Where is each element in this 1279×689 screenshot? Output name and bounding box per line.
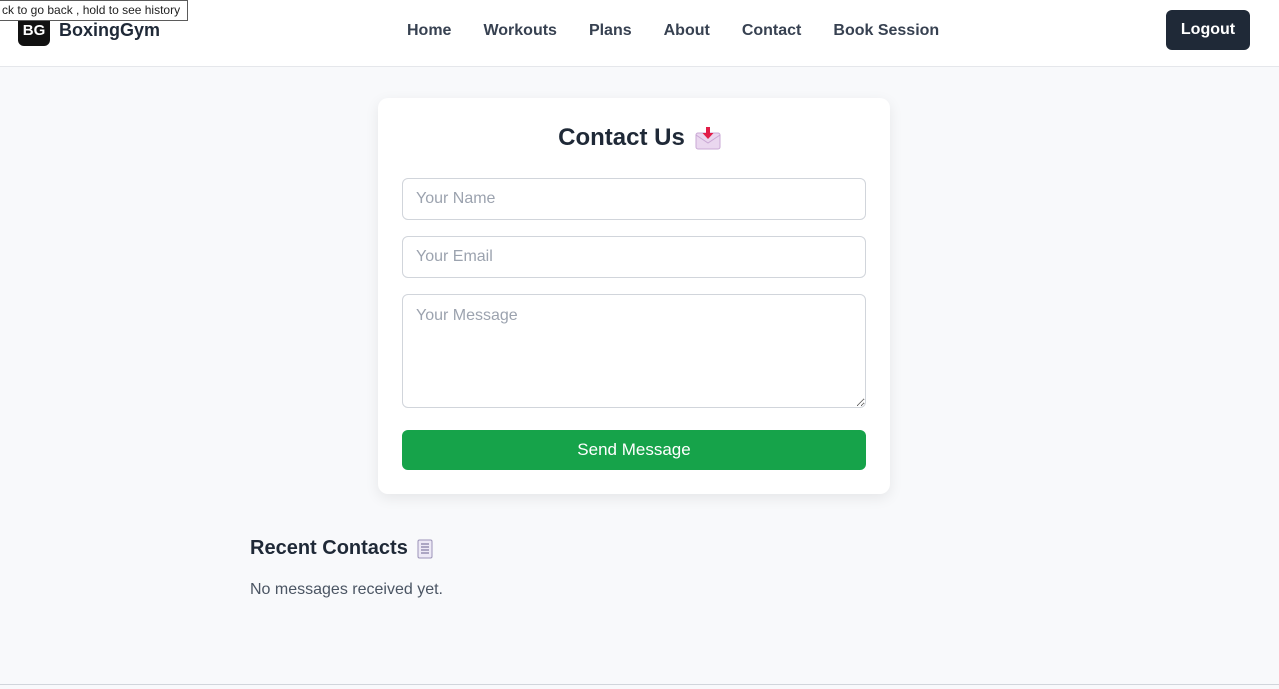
brand-name: BoxingGym [59,19,161,40]
recent-contacts-title: Recent Contacts [250,537,433,560]
nav-link-contact[interactable]: Contact [726,20,818,42]
contact-title: Contact Us [0,124,1279,152]
nav-link-plans[interactable]: Plans [573,20,648,42]
contact-title-text: Contact Us [558,124,685,151]
nav-link-home[interactable]: Home [391,20,467,42]
nav-link-about[interactable]: About [648,20,726,42]
message-field[interactable] [402,294,866,408]
nav-links: Home Workouts Plans About Contact Book S… [391,20,955,42]
nav-link-workouts[interactable]: Workouts [467,20,572,42]
name-field[interactable] [402,178,866,220]
navbar: BG BoxingGym Home Workouts Plans About C… [0,0,1279,67]
incoming-envelope-icon [695,126,721,150]
back-button-tooltip: ck to go back , hold to see history [0,0,189,21]
nav-link-book-session[interactable]: Book Session [817,20,955,42]
recent-contacts-title-text: Recent Contacts [250,537,408,559]
email-field[interactable] [402,236,866,278]
logout-button[interactable]: Logout [1166,10,1250,50]
footer-divider [0,684,1279,685]
ledger-icon [417,539,433,559]
empty-contacts-text: No messages received yet. [250,581,443,598]
send-message-button[interactable]: Send Message [402,430,866,470]
